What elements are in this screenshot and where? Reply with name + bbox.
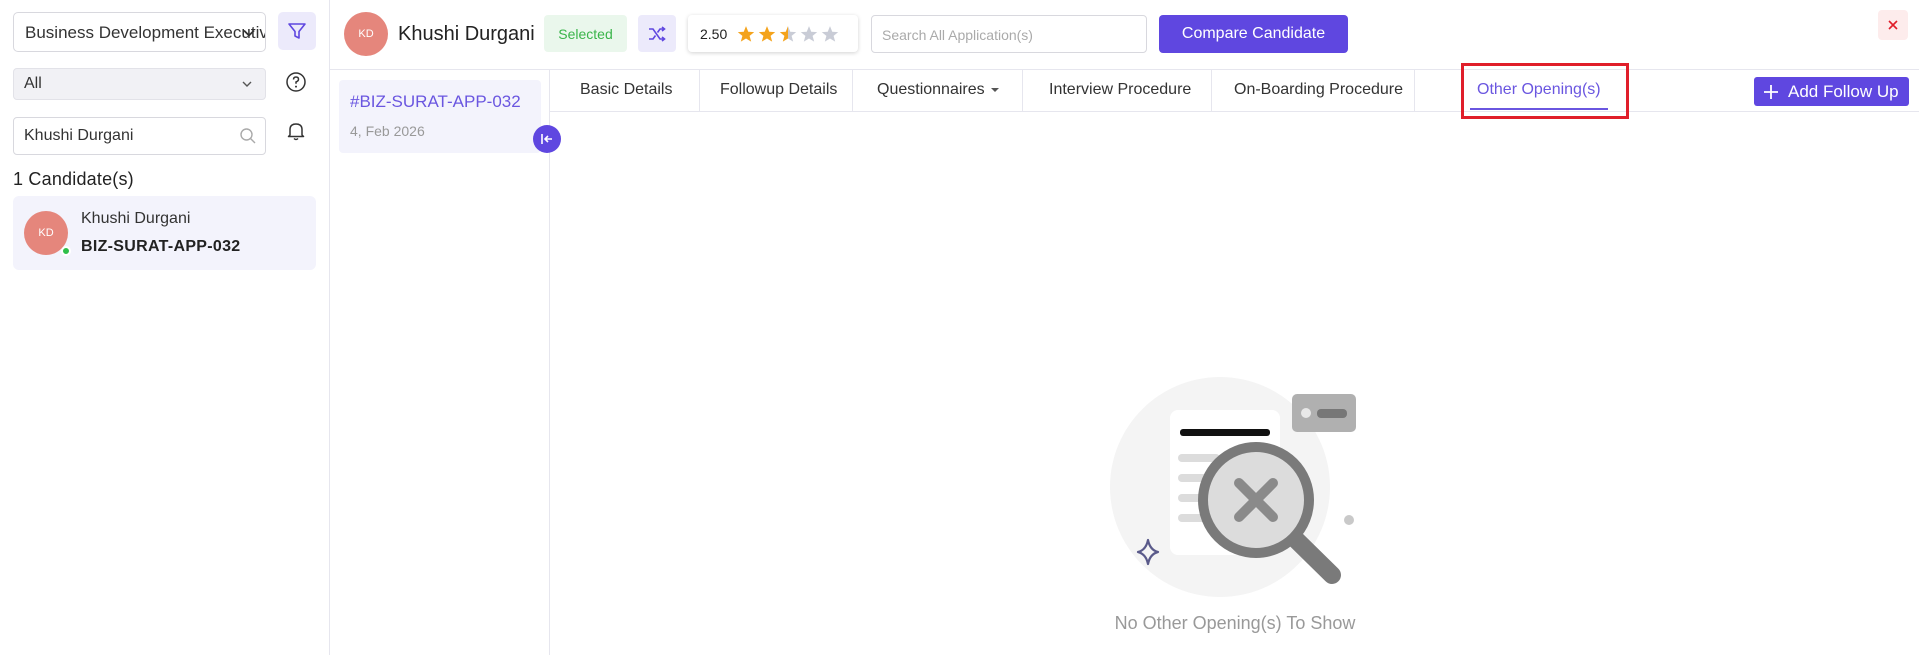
collapse-panel-button[interactable] [533,125,561,153]
plus-icon [1764,84,1778,99]
tab-other-openings[interactable]: Other Opening(s) [1470,70,1608,111]
chevron-down-icon [243,29,255,37]
tab-label: Questionnaires [877,81,985,98]
tab-label: On-Boarding Procedure [1234,81,1403,98]
star-icon[interactable] [737,25,755,43]
application-card[interactable]: #BIZ-SURAT-APP-032 4, Feb 2026 [339,80,541,153]
caret-down-icon [990,87,999,92]
compare-candidate-button[interactable]: Compare Candidate [1159,15,1348,53]
filter-button[interactable] [278,12,316,50]
tab-followup-details[interactable]: Followup Details [700,70,853,111]
chevron-down-icon [242,81,252,87]
rating-widget[interactable]: 2.50 [688,15,858,52]
online-status-dot [61,246,71,256]
tab-label: Followup Details [720,81,838,98]
shuffle-button[interactable] [638,15,676,52]
candidate-name: Khushi Durgani [81,210,191,227]
star-icon[interactable] [779,25,797,43]
candidate-search-value: Khushi Durgani [24,127,134,144]
rating-stars [737,25,839,43]
collapse-left-icon [541,134,552,144]
rating-value: 2.50 [700,25,728,42]
status-badge: Selected [544,15,627,52]
add-follow-up-label: Add Follow Up [1788,81,1899,101]
help-icon[interactable] [285,71,307,93]
close-icon [1888,20,1898,30]
empty-state-message: No Other Opening(s) To Show [1114,613,1356,633]
header-candidate-name: Khushi Durgani [398,23,535,45]
job-select-value: Business Development Executive [25,23,266,42]
star-icon[interactable] [821,25,839,43]
add-follow-up-button[interactable]: Add Follow Up [1754,77,1909,106]
tab-label: Interview Procedure [1049,81,1192,98]
bell-icon[interactable] [284,119,308,143]
tab-bar: Basic Details Followup Details Questionn… [550,70,1919,112]
star-icon[interactable] [800,25,818,43]
application-date: 4, Feb 2026 [350,123,425,139]
candidate-app-id: BIZ-SURAT-APP-032 [81,238,241,255]
application-search-placeholder: Search All Application(s) [882,27,1033,43]
candidate-search-input[interactable]: Khushi Durgani [13,117,266,155]
application-search-input[interactable]: Search All Application(s) [871,15,1147,53]
active-tab-underline [1470,108,1608,110]
tab-basic-details[interactable]: Basic Details [550,70,700,111]
tab-onboarding-procedure[interactable]: On-Boarding Procedure [1212,70,1415,111]
application-id: #BIZ-SURAT-APP-032 [350,92,521,111]
no-results-illustration [1110,377,1356,597]
tab-label: Basic Details [580,81,673,98]
filter-icon [288,23,306,39]
shuffle-icon [649,25,666,42]
job-select[interactable]: Business Development Executive [13,12,266,52]
candidate-count: 1 Candidate(s) [13,169,134,189]
tab-questionnaires[interactable]: Questionnaires [853,70,1023,111]
header-avatar: KD [344,12,388,56]
status-select[interactable]: All [13,68,266,100]
column-divider [549,70,550,655]
tab-label: Other Opening(s) [1477,81,1601,98]
search-icon [240,128,256,144]
sidebar: Business Development Executive All Khush… [0,0,330,655]
status-select-value: All [24,75,42,92]
candidate-list-item[interactable]: KD Khushi Durgani BIZ-SURAT-APP-032 [13,196,316,270]
tab-interview-procedure[interactable]: Interview Procedure [1023,70,1212,111]
star-icon[interactable] [758,25,776,43]
close-button[interactable] [1878,10,1908,40]
